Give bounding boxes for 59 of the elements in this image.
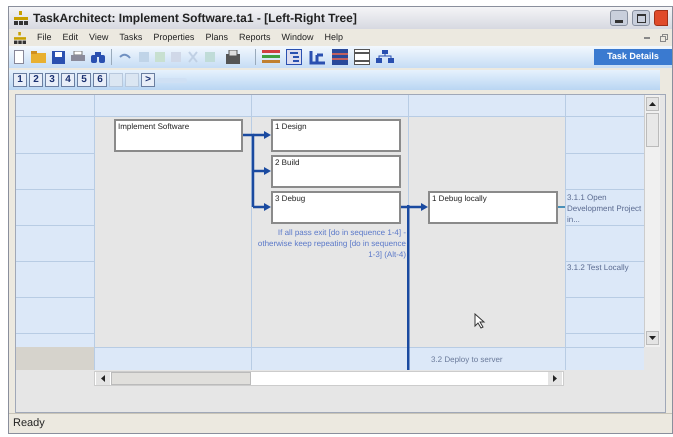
- scroll-left-icon[interactable]: [101, 375, 105, 382]
- scroll-down-icon[interactable]: [649, 336, 656, 340]
- scroll-up-icon[interactable]: [649, 102, 656, 106]
- horizontal-scrollbar[interactable]: [94, 371, 564, 386]
- level-button[interactable]: >: [141, 73, 155, 87]
- mouse-pointer-icon: [474, 313, 486, 329]
- hierarchy-icon[interactable]: [308, 49, 326, 65]
- save-icon[interactable]: [52, 50, 65, 64]
- level-button[interactable]: 3: [45, 73, 59, 87]
- level-button[interactable]: 6: [93, 73, 107, 87]
- minimize-button[interactable]: [610, 10, 628, 26]
- scroll-right-icon[interactable]: [553, 375, 557, 382]
- level-button[interactable]: 1: [13, 73, 27, 87]
- task-node[interactable]: 2 Build: [271, 155, 401, 188]
- menu-item[interactable]: Help: [324, 30, 343, 44]
- arrow: [253, 203, 271, 211]
- task-details-button[interactable]: Task Details: [594, 49, 672, 65]
- columns-icon[interactable]: [354, 49, 370, 65]
- level-button[interactable]: 2: [29, 73, 43, 87]
- scrollbar-thumb[interactable]: [646, 113, 659, 147]
- new-file-icon[interactable]: [13, 50, 25, 64]
- maximize-button[interactable]: [632, 10, 650, 26]
- app-icon: [13, 32, 27, 44]
- task-node[interactable]: 1 Design: [271, 119, 401, 152]
- arrow: [253, 131, 271, 139]
- app-icon: [13, 11, 29, 25]
- binoculars-icon[interactable]: [91, 51, 105, 63]
- level-button[interactable]: 5: [77, 73, 91, 87]
- menu-item[interactable]: Properties: [153, 30, 194, 44]
- scrollbar-thumb[interactable]: [111, 372, 251, 385]
- menu-item[interactable]: Edit: [62, 30, 78, 44]
- vertical-scrollbar[interactable]: [644, 95, 660, 347]
- menu-item[interactable]: View: [89, 30, 108, 44]
- task-label[interactable]: 3.1.1 Open Development Project in...: [567, 192, 643, 225]
- tree-view-icon[interactable]: [262, 49, 280, 65]
- outline-icon[interactable]: [286, 49, 302, 65]
- menu-item[interactable]: Reports: [238, 30, 270, 44]
- menu-item[interactable]: Tasks: [119, 30, 142, 44]
- task-node[interactable]: 3 Debug: [271, 191, 401, 224]
- window-title: TaskArchitect: Implement Software.ta1 - [Left-Right Tree]: [33, 10, 357, 27]
- restore-icon[interactable]: [660, 34, 668, 42]
- task-label[interactable]: 3.2 Deploy to server: [431, 354, 503, 366]
- minimize-icon[interactable]: [644, 36, 650, 38]
- level-button[interactable]: 4: [61, 73, 75, 87]
- menu-item[interactable]: File: [37, 30, 52, 44]
- minimize-icon: [615, 20, 623, 23]
- org-chart-icon[interactable]: [376, 50, 394, 64]
- properties-icon[interactable]: [225, 50, 241, 64]
- menu-item[interactable]: Plans: [205, 30, 228, 44]
- status-text: Ready: [13, 416, 45, 432]
- printer-icon[interactable]: [71, 51, 85, 63]
- arrow: [253, 167, 271, 175]
- maximize-icon: [636, 14, 646, 22]
- task-node[interactable]: 1 Debug locally: [428, 191, 558, 224]
- sequence-note: If all pass exit [do in sequence 1-4] - otherwise keep repeating [do in sequence 1-3] (Alt-4): [256, 227, 406, 260]
- menu-item[interactable]: Window: [281, 30, 314, 44]
- task-node[interactable]: Implement Software: [114, 119, 243, 152]
- task-label[interactable]: 3.1.2 Test Locally: [567, 262, 643, 273]
- connector-line: [558, 206, 565, 208]
